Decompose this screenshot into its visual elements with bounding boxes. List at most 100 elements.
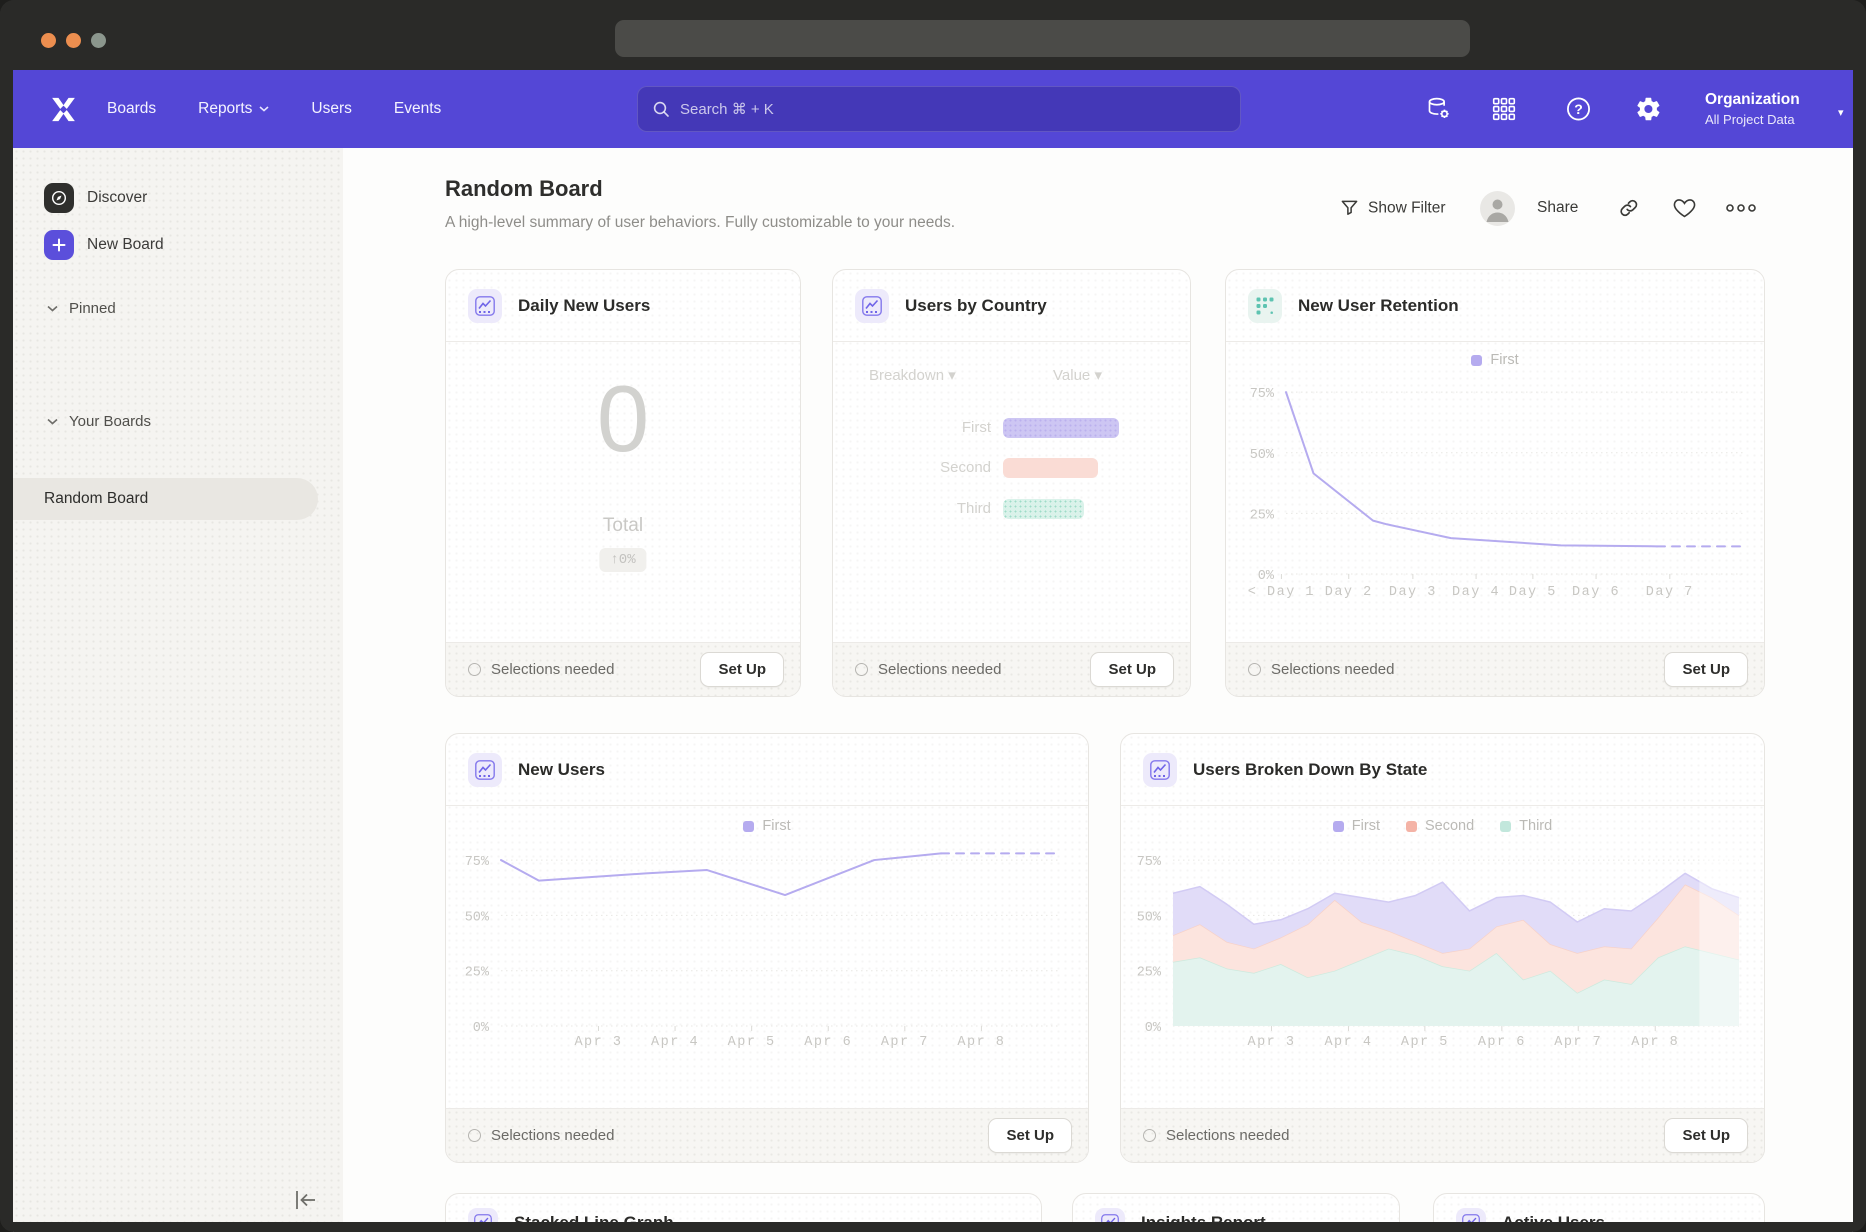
status-circle-icon bbox=[1143, 1129, 1156, 1142]
card-footer: Selections needed Set Up bbox=[1121, 1108, 1764, 1162]
nav-item-boards[interactable]: Boards bbox=[107, 100, 156, 118]
chevron-down-icon bbox=[259, 106, 269, 112]
org-switcher[interactable]: Organization All Project Data bbox=[1705, 91, 1800, 127]
card-new-user-retention: New User Retention First75%50%25%0%< Day… bbox=[1225, 269, 1765, 697]
nav-item-users[interactable]: Users bbox=[311, 100, 351, 118]
card-header: New Users bbox=[446, 734, 1088, 806]
svg-text:< Day 1: < Day 1 bbox=[1248, 585, 1315, 600]
svg-text:Apr 5: Apr 5 bbox=[728, 1035, 776, 1050]
section-label: Your Boards bbox=[69, 413, 151, 430]
org-caret-icon: ▾ bbox=[1838, 106, 1844, 119]
data-management-icon[interactable] bbox=[1425, 96, 1452, 123]
svg-text:Apr 3: Apr 3 bbox=[574, 1035, 622, 1050]
set-up-button[interactable]: Set Up bbox=[1090, 652, 1174, 687]
chart-legend: FirstSecondThird bbox=[1121, 818, 1764, 834]
legend-item: First bbox=[743, 818, 790, 834]
copy-link-icon[interactable] bbox=[1618, 197, 1640, 219]
row-label: Second bbox=[871, 459, 991, 476]
card-footer: Selections needed Set Up bbox=[1226, 642, 1764, 696]
traffic-light-minimize[interactable] bbox=[66, 33, 81, 48]
window-frame-left bbox=[0, 0, 13, 1232]
nav-item-reports[interactable]: Reports bbox=[198, 100, 269, 118]
card-footer: Selections needed Set Up bbox=[446, 1108, 1088, 1162]
person-icon bbox=[1480, 191, 1515, 226]
traffic-light-zoom[interactable] bbox=[91, 33, 106, 48]
sidebar-collapse-icon[interactable] bbox=[293, 1189, 319, 1216]
more-options-icon[interactable] bbox=[1726, 204, 1756, 212]
svg-text:0%: 0% bbox=[1258, 569, 1275, 584]
svg-text:?: ? bbox=[1574, 101, 1583, 117]
set-up-button[interactable]: Set Up bbox=[1664, 1118, 1748, 1153]
favorite-heart-icon[interactable] bbox=[1673, 198, 1696, 219]
apps-grid-icon[interactable] bbox=[1491, 96, 1517, 122]
set-up-button[interactable]: Set Up bbox=[700, 652, 784, 687]
set-up-button[interactable]: Set Up bbox=[988, 1118, 1072, 1153]
insights-chart-icon bbox=[468, 753, 502, 787]
setup-status: Selections needed bbox=[1248, 661, 1664, 678]
svg-text:Apr 6: Apr 6 bbox=[804, 1035, 852, 1050]
set-up-button[interactable]: Set Up bbox=[1664, 652, 1748, 687]
sidebar-section-your-boards[interactable]: Your Boards bbox=[47, 413, 151, 430]
breakdown-dropdown[interactable]: Breakdown ▾ bbox=[869, 366, 956, 384]
row-label: Third bbox=[871, 500, 991, 517]
nav-item-events[interactable]: Events bbox=[394, 100, 441, 118]
bar-third bbox=[1003, 499, 1084, 519]
sidebar-item-label: Random Board bbox=[44, 490, 148, 508]
new-users-chart: First75%50%25%0%Apr 3Apr 4Apr 5Apr 6Apr … bbox=[446, 806, 1088, 1108]
svg-text:Apr 4: Apr 4 bbox=[1324, 1035, 1372, 1050]
row-label: First bbox=[871, 419, 991, 436]
svg-text:0%: 0% bbox=[1145, 1021, 1162, 1036]
card-title: Users Broken Down By State bbox=[1193, 760, 1427, 780]
org-project: All Project Data bbox=[1705, 112, 1800, 127]
org-name: Organization bbox=[1705, 91, 1800, 109]
svg-text:0%: 0% bbox=[473, 1021, 490, 1036]
share-button[interactable]: Share bbox=[1537, 199, 1578, 217]
legend-item: Second bbox=[1406, 818, 1474, 834]
status-circle-icon bbox=[1248, 663, 1261, 676]
stacked-area-chart: FirstSecondThird75%50%25%0%Apr 3Apr 4Apr… bbox=[1121, 806, 1764, 1108]
sidebar-section-pinned[interactable]: Pinned bbox=[47, 300, 116, 317]
svg-text:25%: 25% bbox=[465, 966, 490, 981]
sidebar-item-new-board[interactable]: New Board bbox=[44, 230, 164, 260]
svg-text:Day 4: Day 4 bbox=[1452, 585, 1500, 600]
sidebar-item-label: New Board bbox=[87, 236, 164, 254]
card-title: New User Retention bbox=[1298, 296, 1459, 316]
svg-text:Apr 7: Apr 7 bbox=[1554, 1035, 1602, 1050]
avatar[interactable] bbox=[1480, 191, 1515, 226]
svg-text:25%: 25% bbox=[1250, 508, 1275, 523]
svg-text:Apr 5: Apr 5 bbox=[1401, 1035, 1449, 1050]
chevron-down-icon bbox=[47, 418, 58, 425]
svg-text:75%: 75% bbox=[1250, 387, 1275, 402]
svg-text:Apr 3: Apr 3 bbox=[1247, 1035, 1295, 1050]
chart-legend: First bbox=[1226, 352, 1764, 368]
value-dropdown[interactable]: Value ▾ bbox=[1053, 366, 1102, 384]
section-label: Pinned bbox=[69, 300, 116, 317]
search-placeholder: Search ⌘ + K bbox=[680, 100, 774, 118]
legend-swatch bbox=[1471, 355, 1482, 366]
search-icon bbox=[652, 100, 670, 118]
browser-url-bar[interactable] bbox=[615, 20, 1470, 57]
filter-funnel-icon bbox=[1340, 199, 1359, 218]
bar-first bbox=[1003, 418, 1119, 438]
legend-item: First bbox=[1333, 818, 1380, 834]
card-footer: Selections needed Set Up bbox=[446, 642, 800, 696]
retention-grid-icon bbox=[1248, 289, 1282, 323]
sidebar-item-discover[interactable]: Discover bbox=[44, 183, 147, 213]
setup-status: Selections needed bbox=[468, 1127, 988, 1144]
help-icon[interactable]: ? bbox=[1565, 96, 1592, 123]
search-input[interactable]: Search ⌘ + K bbox=[637, 86, 1241, 132]
legend-swatch bbox=[1406, 821, 1417, 832]
settings-gear-icon[interactable] bbox=[1635, 96, 1662, 123]
card-title: New Users bbox=[518, 760, 605, 780]
page-title: Random Board bbox=[445, 176, 603, 202]
traffic-light-close[interactable] bbox=[41, 33, 56, 48]
sidebar-item-random-board[interactable]: Random Board bbox=[13, 478, 318, 520]
card-users-by-state: Users Broken Down By State FirstSecondTh… bbox=[1120, 733, 1765, 1163]
nav-items: Boards Reports Users Events bbox=[107, 100, 441, 118]
metric-delta-badge: ↑0% bbox=[599, 548, 646, 572]
setup-status: Selections needed bbox=[855, 661, 1090, 678]
card-header: Daily New Users bbox=[446, 270, 800, 342]
show-filter-button[interactable]: Show Filter bbox=[1340, 199, 1446, 218]
mixpanel-logo[interactable] bbox=[48, 94, 79, 125]
sidebar: Discover New Board Pinned Random Board Y… bbox=[13, 148, 343, 1232]
